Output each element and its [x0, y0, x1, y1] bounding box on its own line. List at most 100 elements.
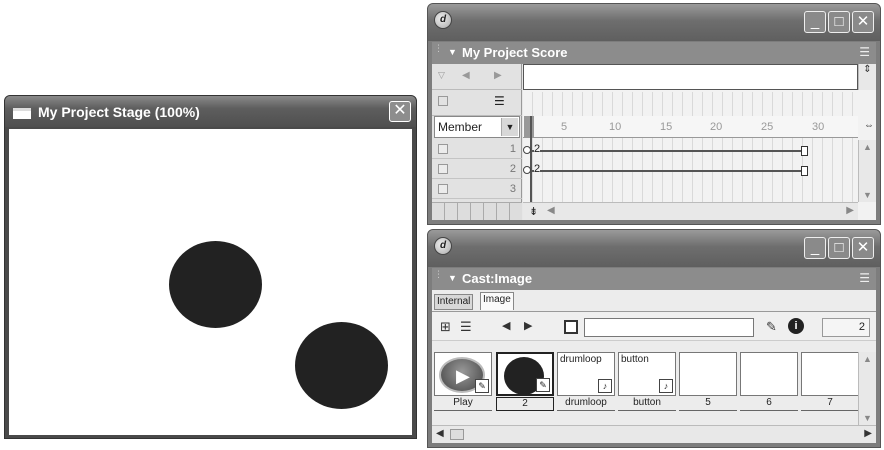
- cast-member-7[interactable]: [801, 352, 859, 396]
- stage-close-button[interactable]: ✕: [389, 101, 411, 122]
- cast-member-2[interactable]: ✎: [496, 352, 554, 396]
- cast-member-1[interactable]: ▶ ✎: [434, 352, 492, 396]
- score-top-scrollbar[interactable]: ⇕: [858, 64, 876, 90]
- prev-marker-icon[interactable]: ◀: [462, 70, 470, 81]
- cast-member-5[interactable]: [679, 352, 737, 396]
- score-grid-area[interactable]: 5 10 15 20 25 30 2 2 ⇕ ⇔ ▲ ▼ ⇟ ◀ ▶: [523, 64, 876, 220]
- member-name-field[interactable]: [584, 318, 754, 337]
- director-logo-icon: d: [434, 237, 452, 255]
- cast-panel-title: Cast:Image: [462, 271, 533, 286]
- zoom-buttons[interactable]: [432, 202, 522, 220]
- zoom-icon[interactable]: ⇔: [864, 120, 874, 131]
- marker-channel[interactable]: [523, 64, 858, 90]
- channel-number: 1: [509, 143, 516, 155]
- ruler-tick: 5: [561, 121, 568, 133]
- scroll-down-icon[interactable]: ▼: [863, 413, 872, 423]
- info-icon[interactable]: i: [788, 318, 804, 334]
- scroll-up-icon[interactable]: ▲: [863, 354, 872, 364]
- scroll-left-icon[interactable]: ◀: [547, 205, 555, 216]
- drag-member-icon[interactable]: [564, 320, 578, 334]
- next-member-icon[interactable]: ▶: [524, 319, 532, 332]
- sprite-toolbar-icon[interactable]: ⇟: [529, 205, 538, 218]
- marker-down-icon[interactable]: ▽: [438, 70, 445, 81]
- cast-caption: Play: [434, 397, 492, 411]
- panel-menu-icon[interactable]: ☰: [859, 271, 870, 285]
- grip-icon: ⋮: [434, 269, 443, 279]
- channel-number: 3: [509, 183, 516, 195]
- stage-title: My Project Stage (100%): [38, 104, 200, 120]
- script-icon[interactable]: ✎: [766, 319, 777, 335]
- frame-ruler[interactable]: 5 10 15 20 25 30: [523, 116, 858, 138]
- sound-type-icon: ♪: [659, 379, 673, 393]
- score-title-bar[interactable]: d _ □ ✕: [428, 4, 880, 41]
- panel-menu-icon[interactable]: ☰: [859, 45, 870, 59]
- sprite-start-keyframe[interactable]: [523, 146, 531, 154]
- sprite-span-1[interactable]: 2: [523, 143, 808, 156]
- cast-member-4[interactable]: button ♪: [618, 352, 676, 396]
- ruler-tick: 10: [609, 121, 622, 133]
- score-panel-header[interactable]: ⋮ ▼ My Project Score ☰: [432, 42, 876, 64]
- cast-horizontal-scrollbar[interactable]: ◀ ▶: [432, 425, 876, 443]
- previous-member-icon[interactable]: ◀: [502, 319, 510, 332]
- circle-sprite-2[interactable]: [295, 322, 388, 409]
- collapse-triangle-icon[interactable]: ▼: [448, 273, 457, 283]
- list-view-icon[interactable]: ☰: [460, 319, 472, 335]
- scroll-thumb[interactable]: [450, 429, 464, 440]
- maximize-button[interactable]: □: [828, 237, 850, 259]
- sprite-start-keyframe[interactable]: [523, 166, 531, 174]
- cast-member-3[interactable]: drumloop ♪: [557, 352, 615, 396]
- channel-toggle[interactable]: [438, 96, 448, 106]
- director-logo-icon: d: [434, 11, 452, 29]
- score-horizontal-scrollbar[interactable]: ⇟ ◀ ▶: [523, 202, 858, 220]
- close-button[interactable]: ✕: [852, 237, 874, 259]
- member-number-field[interactable]: 2: [822, 318, 870, 337]
- next-marker-icon[interactable]: ▶: [494, 70, 502, 81]
- cast-window: d _ □ ✕ ⋮ ▼ Cast:Image ☰ Internal Image …: [427, 229, 881, 448]
- scroll-right-icon[interactable]: ▶: [846, 205, 854, 216]
- window-icon: [13, 108, 31, 119]
- cast-vertical-scrollbar[interactable]: ▲ ▼: [858, 352, 876, 425]
- channel-row-1: 1: [432, 140, 522, 159]
- sound-type-icon: ♪: [598, 379, 612, 393]
- cast-caption: 5: [679, 397, 737, 411]
- thumbnail-view-icon[interactable]: ⊞: [440, 319, 451, 335]
- stage-canvas[interactable]: [9, 129, 412, 435]
- sprite-span-2[interactable]: 2: [523, 163, 808, 176]
- display-mode-select[interactable]: Member ▼: [434, 116, 520, 138]
- tab-internal[interactable]: Internal: [434, 294, 474, 310]
- close-button[interactable]: ✕: [852, 11, 874, 33]
- tab-image[interactable]: Image: [480, 292, 514, 310]
- sprite-end-frame[interactable]: [801, 146, 808, 156]
- cast-body: Internal Image ⊞ ☰ ◀ ▶ ✎ i 2 ▶ ✎ ✎ druml…: [432, 290, 876, 443]
- scroll-up-icon[interactable]: ▲: [863, 142, 872, 152]
- cast-caption-selected: 2: [496, 397, 554, 411]
- channel-toggle[interactable]: [438, 144, 448, 154]
- scroll-down-icon[interactable]: ▼: [863, 190, 872, 200]
- cast-caption: 7: [801, 397, 859, 411]
- channel-toggle[interactable]: [438, 164, 448, 174]
- cast-panel-header[interactable]: ⋮ ▼ Cast:Image ☰: [432, 268, 876, 290]
- stage-title-bar[interactable]: My Project Stage (100%) ✕: [5, 96, 416, 127]
- ruler-tick: 15: [660, 121, 673, 133]
- maximize-button[interactable]: □: [828, 11, 850, 33]
- cast-thumb-name: button: [621, 354, 649, 365]
- cast-caption: button: [618, 397, 676, 411]
- channel-number: 2: [509, 163, 516, 175]
- cast-caption: 6: [740, 397, 798, 411]
- script-channel-row: ☰: [432, 90, 522, 116]
- minimize-button[interactable]: _: [804, 237, 826, 259]
- cast-member-6[interactable]: [740, 352, 798, 396]
- playhead-handle[interactable]: [524, 116, 534, 138]
- channel-toggle[interactable]: [438, 184, 448, 194]
- sprite-end-frame[interactable]: [801, 166, 808, 176]
- playhead[interactable]: [530, 116, 532, 202]
- cast-title-bar[interactable]: d _ □ ✕: [428, 230, 880, 267]
- score-nav-row: ▽ ◀ ▶: [432, 64, 522, 90]
- bitmap-type-icon: ✎: [475, 379, 489, 393]
- scroll-right-icon[interactable]: ▶: [864, 428, 872, 439]
- circle-sprite-1[interactable]: [169, 241, 262, 328]
- minimize-button[interactable]: _: [804, 11, 826, 33]
- score-vertical-scrollbar[interactable]: ▲ ▼: [858, 140, 876, 202]
- collapse-triangle-icon[interactable]: ▼: [448, 47, 457, 57]
- scroll-left-icon[interactable]: ◀: [436, 428, 444, 439]
